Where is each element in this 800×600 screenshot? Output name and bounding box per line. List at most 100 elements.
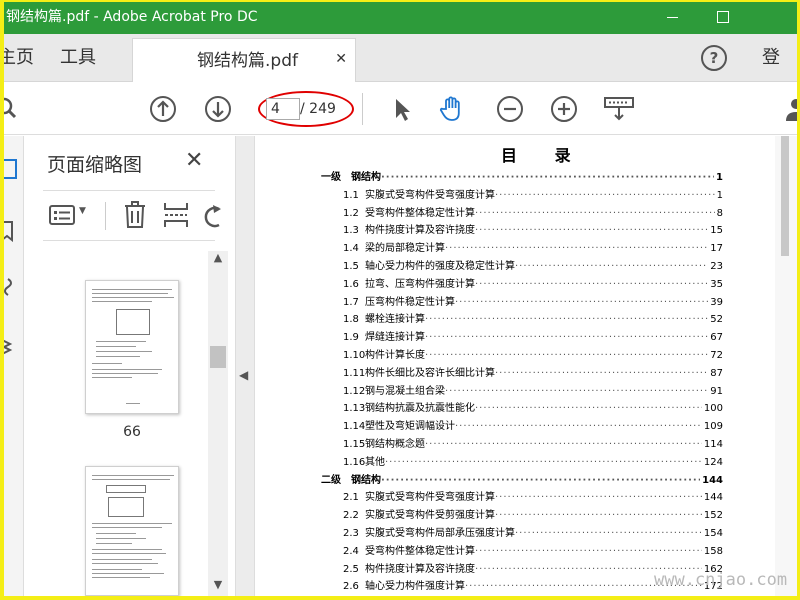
maximize-icon[interactable] <box>697 2 747 34</box>
toc-entry-title: 钢结构概念题 <box>365 439 425 450</box>
toc-leader-dots: ········································… <box>425 350 708 361</box>
zoom-out-icon[interactable] <box>496 95 524 123</box>
zoom-in-icon[interactable] <box>550 95 578 123</box>
toc-entry-page: 152 <box>703 510 723 522</box>
chevron-down-icon[interactable]: ▼ <box>79 206 86 216</box>
toc-leader-dots: ········································… <box>475 403 702 415</box>
toc-entry-page: 35 <box>710 278 723 290</box>
toc-entry-title: 构件计算长度 <box>365 350 425 361</box>
toc-leader-dots: ········································… <box>445 243 709 255</box>
toc-entry[interactable]: 1.1 实腹式受弯构件受弯强度计算 ························… <box>343 187 723 205</box>
toc-entry-number: 2.4 <box>343 545 359 557</box>
scrollbar-thumb[interactable] <box>210 346 226 368</box>
rotate-page-icon[interactable] <box>203 203 223 229</box>
toc-entry[interactable]: 1.15 钢结构概念题 ······························… <box>343 436 723 454</box>
toc-entry[interactable]: 1.12 钢与混凝土组合梁 ····························… <box>343 383 723 401</box>
toc-entry[interactable]: 2.3 实腹式受弯构件局部承压强度计算 ······················… <box>343 525 723 543</box>
toc-entry[interactable]: 1.14 塑性及弯矩调幅设计 ···························… <box>343 418 723 436</box>
page-thumbnails-icon[interactable] <box>4 158 20 180</box>
toc-entry[interactable]: 1.11 构件长细比及容许长细比计算 ·······················… <box>343 365 723 383</box>
toc-entry[interactable]: 1.10 构件计算长度 ······························… <box>343 347 723 365</box>
layers-icon[interactable] <box>4 336 20 358</box>
thumbnail-options-icon[interactable] <box>49 204 75 226</box>
attachment-icon[interactable] <box>4 276 20 298</box>
tab-home[interactable]: 主页 <box>4 34 38 82</box>
toc-entry-number: 2.2 <box>343 510 359 522</box>
toc-entry-number: 1.14 <box>343 421 366 433</box>
toc-leader-dots: ········································… <box>495 189 715 201</box>
toc-entry-page: 158 <box>703 545 723 557</box>
bookmark-icon[interactable] <box>4 220 20 242</box>
tab-tools[interactable]: 工具 <box>60 34 120 82</box>
scroll-mode-icon[interactable] <box>604 95 634 123</box>
toc-entry[interactable]: 1.5 轴心受力构件的强度及稳定性计算 ······················… <box>343 258 723 276</box>
page-thumbnail[interactable] <box>85 280 179 414</box>
toc-entry-title: 实腹式受弯构件受剪强度计算 <box>365 510 495 522</box>
toc-entry-page: 23 <box>710 261 723 272</box>
toc-entry[interactable]: 一级 钢结构 ···································… <box>321 169 723 187</box>
toc-entry[interactable]: 1.4 梁的局部稳定计算 ·····························… <box>343 240 723 258</box>
toc-entry[interactable]: 1.8 螺栓连接计算 ·······························… <box>343 311 723 329</box>
toc-entry-page: 154 <box>703 528 723 539</box>
hand-tool-icon[interactable] <box>438 95 466 123</box>
select-cursor-icon[interactable] <box>388 95 416 123</box>
toc-entry-page: 144 <box>702 474 723 486</box>
toc-entry[interactable]: 2.4 受弯构件整体稳定性计算 ··························… <box>343 543 723 561</box>
watermark: www.cnjao.com <box>654 570 788 590</box>
toolbar-divider <box>362 93 363 125</box>
toc-entry[interactable]: 1.2 受弯构件整体稳定性计算 ··························… <box>343 205 723 223</box>
title-bar: 钢结构篇.pdf - Adobe Acrobat Pro DC <box>4 2 797 34</box>
next-page-icon[interactable] <box>204 95 232 123</box>
toc-entry-page: 100 <box>703 403 723 415</box>
toc-entry[interactable]: 2.2 实腹式受弯构件受剪强度计算 ························… <box>343 507 723 525</box>
toc-entry[interactable]: 1.6 拉弯、压弯构件强度计算 ··························… <box>343 276 723 294</box>
panel-collapse-strip[interactable]: ◀ <box>235 136 255 596</box>
toc-entry-page: 72 <box>710 350 723 361</box>
toc-entry-number: 二级 <box>321 474 341 486</box>
scrollbar-thumb[interactable] <box>781 136 789 256</box>
toc-leader-dots: ········································… <box>425 439 702 450</box>
thumbnail-scrollbar[interactable]: ▲ ▼ <box>208 251 228 596</box>
previous-page-icon[interactable] <box>149 95 177 123</box>
toc-entry[interactable]: 1.13 钢结构抗震及抗震性能化 ·························… <box>343 400 723 418</box>
help-icon[interactable]: ? <box>701 45 727 71</box>
toc-entry-page: 87 <box>710 367 723 379</box>
minimize-icon[interactable] <box>647 2 697 34</box>
close-panel-icon[interactable]: ✕ <box>185 148 203 173</box>
toc-entry[interactable]: 1.7 压弯构件稳定性计算 ····························… <box>343 294 723 312</box>
toc-entry-number: 1.12 <box>343 385 366 397</box>
insert-page-icon[interactable] <box>163 201 189 229</box>
toc-leader-dots: ········································… <box>445 385 709 397</box>
toc-entry-title: 受弯构件整体稳定性计算 <box>365 207 475 219</box>
scroll-up-icon[interactable]: ▲ <box>208 251 228 269</box>
current-page-input[interactable] <box>266 98 300 120</box>
user-icon[interactable] <box>784 95 797 123</box>
toc-entry-number: 1.1 <box>343 189 359 201</box>
toc-entry-number: 1.4 <box>343 243 359 255</box>
acrobat-window: 钢结构篇.pdf - Adobe Acrobat Pro DC 主页 工具 钢结… <box>4 2 797 596</box>
toolbar: / 249 <box>4 83 797 135</box>
tab-bar: 主页 工具 钢结构篇.pdf ✕ ? 登录 <box>4 34 797 116</box>
toc-leader-dots: ········································… <box>495 510 702 522</box>
toc-entry[interactable]: 2.1 实腹式受弯构件受弯强度计算 ························… <box>343 489 723 507</box>
page-thumbnail[interactable] <box>85 466 179 596</box>
toc-leader-dots: ········································… <box>475 225 709 237</box>
delete-page-icon[interactable] <box>123 201 147 229</box>
toc-entry-title: 构件挠度计算及容许挠度 <box>365 225 475 237</box>
toc-entry-title: 实腹式受弯构件受弯强度计算 <box>365 492 495 504</box>
scroll-down-icon[interactable]: ▼ <box>208 578 228 596</box>
close-tab-icon[interactable]: ✕ <box>335 51 347 67</box>
tools-divider <box>105 202 106 230</box>
toc-entry-number: 2.3 <box>343 528 359 539</box>
toc-entry[interactable]: 二级 钢结构 ···································… <box>321 472 723 490</box>
toc-entry[interactable]: 1.3 构件挠度计算及容许挠度 ··························… <box>343 222 723 240</box>
document-page: 目 录 一级 钢结构 ·······························… <box>255 136 775 596</box>
toc-entry-title: 轴心受力构件强度计算 <box>365 581 465 593</box>
collapse-panel-icon[interactable]: ◀ <box>239 368 248 382</box>
toc-entry[interactable]: 1.16 其他 ··································… <box>343 454 723 472</box>
tab-document[interactable]: 钢结构篇.pdf ✕ <box>132 38 356 82</box>
toc-leader-dots: ········································… <box>381 474 701 486</box>
document-scrollbar[interactable] <box>775 136 797 596</box>
toc-entry[interactable]: 1.9 焊缝连接计算 ·······························… <box>343 329 723 347</box>
search-icon[interactable] <box>4 95 22 123</box>
